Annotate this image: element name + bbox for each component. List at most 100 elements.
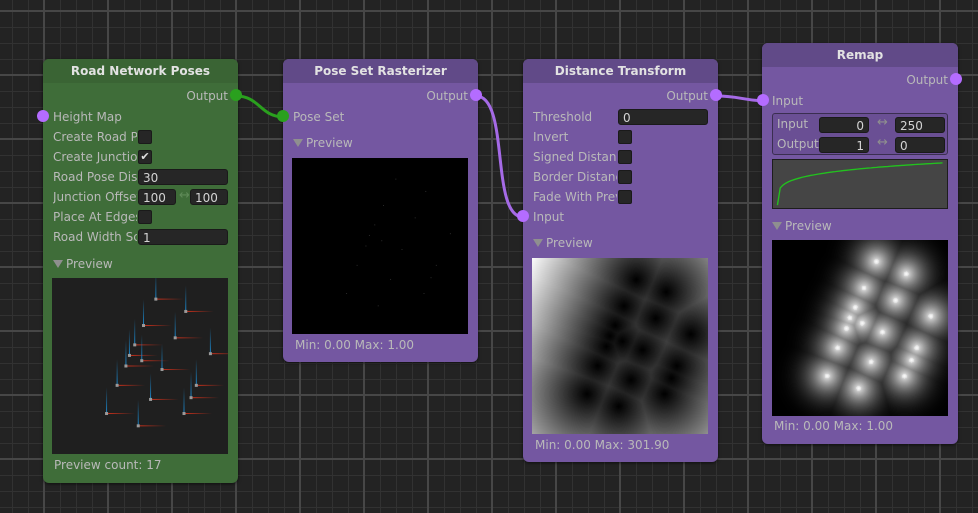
raster-point — [390, 278, 392, 280]
place-at-edges-checkbox[interactable] — [138, 210, 152, 224]
distance-transform-output-port[interactable] — [710, 89, 722, 101]
pose-set-rasterizer-output-port[interactable] — [470, 89, 482, 101]
node-pose-set-rasterizer[interactable]: Pose Set Rasterizer Output Pose Set Prev… — [283, 59, 478, 362]
preview-count: Preview count: 17 — [54, 458, 162, 472]
signed-distance-checkbox[interactable] — [618, 150, 632, 164]
pose-forward-axis — [143, 299, 145, 326]
input-port-label: Input — [533, 210, 565, 224]
preview-label: Preview — [66, 257, 113, 271]
remap-curve-editor[interactable] — [772, 159, 948, 209]
pose-forward-axis — [185, 285, 187, 312]
create-road-poses-label: Create Road Poses — [53, 130, 137, 144]
node-title[interactable]: Road Network Poses — [43, 59, 238, 83]
pose-point — [194, 383, 198, 387]
pose-right-axis — [196, 384, 225, 386]
pose-forward-axis — [125, 340, 127, 366]
pose-point — [189, 396, 193, 400]
node-distance-transform[interactable]: Distance Transform Output Threshold 0 In… — [523, 59, 718, 462]
output-port-label: Output — [186, 89, 228, 103]
pose-marker — [194, 359, 225, 387]
threshold-label: Threshold — [533, 110, 593, 124]
pose-marker — [127, 329, 158, 357]
raster-preview-image — [292, 158, 468, 334]
border-distance-checkbox[interactable] — [618, 170, 632, 184]
signed-distance-label: Signed Distance — [533, 150, 617, 164]
pose-marker — [133, 318, 163, 347]
road-width-scale-label: Road Width Scale — [53, 230, 137, 244]
pose-marker — [182, 387, 212, 416]
pose-point — [136, 424, 140, 428]
pose-right-axis — [210, 353, 228, 355]
pose-point — [182, 412, 186, 416]
input-max-field[interactable]: 250 — [895, 117, 945, 133]
raster-point — [414, 217, 416, 219]
pose-forward-axis — [190, 371, 192, 398]
threshold-field[interactable]: 0 — [618, 109, 708, 125]
node-title[interactable]: Distance Transform — [523, 59, 718, 83]
junction-offset-min-field[interactable]: 100 — [138, 189, 176, 205]
pose-forward-axis — [134, 318, 136, 345]
raster-point — [368, 234, 370, 236]
input-min-field[interactable]: 0 — [819, 117, 869, 133]
pose-right-axis — [185, 310, 214, 312]
pose-right-axis — [125, 365, 154, 367]
pose-right-axis — [141, 360, 170, 362]
preview-foldout[interactable]: Preview — [772, 217, 832, 235]
input-port-label: Input — [772, 94, 804, 108]
pose-point — [127, 353, 131, 357]
node-title[interactable]: Pose Set Rasterizer — [283, 59, 478, 83]
create-junctions-label: Create Junctions — [53, 150, 137, 164]
node-road-network-poses[interactable]: Road Network Poses Output Height Map Cre… — [43, 59, 238, 483]
distance-transform-input-port[interactable] — [517, 210, 529, 222]
raster-point — [356, 264, 358, 266]
road-pose-distance-field[interactable]: 30 — [138, 169, 228, 185]
raster-point — [430, 277, 432, 279]
raster-point — [449, 233, 451, 235]
remap-curve[interactable] — [776, 162, 943, 206]
node-remap[interactable]: Remap Output Input Input 0 ↔ 250 Output … — [762, 43, 958, 444]
height-map-port-label: Height Map — [53, 110, 122, 124]
junction-offset-max-field[interactable]: 100 — [190, 189, 228, 205]
output-max-field[interactable]: 0 — [895, 137, 945, 153]
pose-right-axis — [184, 413, 212, 415]
create-junctions-checkbox[interactable]: ✔ — [138, 150, 152, 164]
pose-set-input-port[interactable] — [277, 110, 289, 122]
pose-forward-axis — [116, 359, 118, 386]
pose-marker — [115, 359, 146, 387]
output-port-label: Output — [906, 73, 948, 87]
invert-checkbox[interactable] — [618, 130, 632, 144]
road-width-scale-field[interactable]: 1 — [138, 229, 228, 245]
remap-output-port[interactable] — [950, 73, 962, 85]
pose-marker — [154, 278, 184, 301]
pose-point — [184, 309, 188, 313]
triangle-down-icon — [772, 221, 782, 230]
pose-point — [208, 352, 212, 356]
preview-label: Preview — [546, 236, 593, 250]
preview-foldout[interactable]: Preview — [293, 134, 353, 152]
output-range-label: Output — [777, 137, 819, 151]
output-min-field[interactable]: 1 — [819, 137, 869, 153]
preview-foldout[interactable]: Preview — [53, 255, 113, 273]
pose-right-axis — [175, 337, 204, 339]
triangle-down-icon — [533, 238, 543, 247]
pose-marker — [124, 340, 154, 368]
pose-marker — [208, 327, 228, 356]
pose-right-axis — [138, 425, 167, 427]
pose-right-axis — [129, 354, 158, 356]
road-network-poses-output-port[interactable] — [230, 89, 242, 101]
range-settings-box: Input 0 ↔ 250 Output 1 ↔ 0 — [772, 113, 948, 155]
pose-forward-axis — [174, 311, 176, 338]
preview-foldout[interactable]: Preview — [533, 234, 593, 252]
fade-with-preview-checkbox[interactable] — [618, 190, 632, 204]
height-map-input-port[interactable] — [37, 110, 49, 122]
range-arrow-icon: ↔ — [877, 135, 888, 150]
pose-forward-axis — [209, 327, 211, 354]
node-title[interactable]: Remap — [762, 43, 958, 67]
road-pose-distance-label: Road Pose Distance — [53, 170, 137, 184]
preview-stats: Min: 0.00 Max: 301.90 — [535, 438, 670, 452]
check-icon: ✔ — [140, 150, 150, 163]
pose-right-axis — [143, 325, 172, 327]
pose-forward-axis — [150, 373, 152, 400]
create-road-poses-checkbox[interactable] — [138, 130, 152, 144]
remap-input-port[interactable] — [757, 94, 769, 106]
